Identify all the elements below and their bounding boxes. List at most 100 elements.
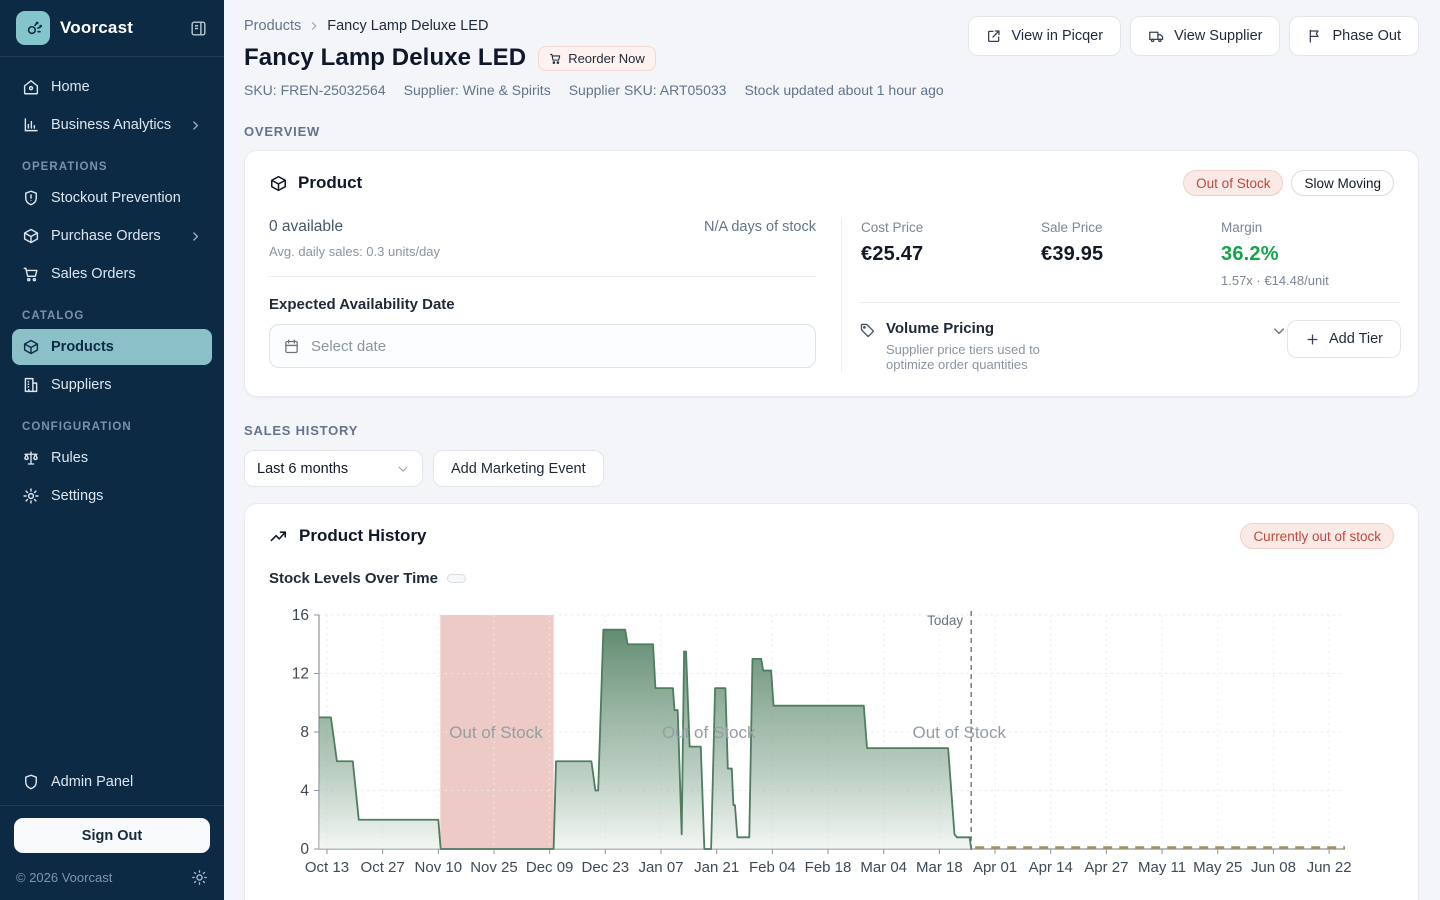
sale-price-stat: Sale Price €39.95 bbox=[1041, 220, 1221, 288]
cost-price-stat: Cost Price €25.47 bbox=[861, 220, 1041, 288]
stock-updated-text: Stock updated about 1 hour ago bbox=[744, 82, 943, 98]
svg-text:Out of Stock: Out of Stock bbox=[449, 723, 543, 742]
days-of-stock: N/A days of stock bbox=[704, 219, 816, 235]
svg-text:0: 0 bbox=[300, 841, 309, 858]
svg-text:Today: Today bbox=[927, 613, 963, 628]
sidebar-item-stockout-prevention[interactable]: Stockout Prevention bbox=[12, 180, 212, 216]
sidebar-item-suppliers[interactable]: Suppliers bbox=[12, 367, 212, 403]
sign-out-section: Sign Out bbox=[0, 805, 224, 853]
chevron-right-icon bbox=[189, 230, 202, 243]
svg-text:Nov 25: Nov 25 bbox=[470, 859, 518, 876]
stock-levels-chart: 0481216Oct 13Oct 27Nov 10Nov 25Dec 09Dec… bbox=[269, 601, 1397, 889]
chevron-down-icon[interactable] bbox=[1271, 323, 1287, 339]
calendar-icon bbox=[283, 338, 300, 355]
brand-name: Voorcast bbox=[60, 18, 133, 38]
sidebar-item-label: Stockout Prevention bbox=[51, 190, 181, 206]
volume-pricing-subtitle: Supplier price tiers used to optimize or… bbox=[886, 342, 1041, 372]
svg-text:Jun 08: Jun 08 bbox=[1251, 859, 1296, 876]
add-tier-label: Add Tier bbox=[1329, 331, 1383, 347]
sidebar-item-rules[interactable]: Rules bbox=[12, 440, 212, 476]
main-content: Products Fancy Lamp Deluxe LED Fancy Lam… bbox=[224, 0, 1440, 900]
available-count: 0 available bbox=[269, 218, 343, 236]
sidebar-item-label: Products bbox=[51, 339, 114, 355]
sidebar-item-label: Settings bbox=[51, 488, 103, 504]
plus-icon bbox=[1305, 332, 1320, 347]
section-label-catalog: CATALOG bbox=[12, 294, 212, 329]
date-input-placeholder: Select date bbox=[311, 338, 386, 355]
svg-text:Feb 04: Feb 04 bbox=[749, 859, 796, 876]
chevron-right-icon bbox=[189, 119, 202, 132]
theme-toggle-sun-icon[interactable] bbox=[191, 869, 208, 886]
product-history-card: Product History Currently out of stock S… bbox=[244, 503, 1419, 900]
add-marketing-event-button[interactable]: Add Marketing Event bbox=[433, 450, 604, 487]
external-link-icon bbox=[986, 28, 1002, 44]
view-supplier-button[interactable]: View Supplier bbox=[1130, 16, 1280, 56]
time-range-value: Last 6 months bbox=[257, 461, 348, 477]
supplier-text: Supplier: Wine & Spirits bbox=[404, 82, 551, 98]
svg-text:12: 12 bbox=[292, 666, 309, 683]
add-tier-button[interactable]: Add Tier bbox=[1287, 320, 1401, 358]
tag-icon bbox=[859, 322, 876, 339]
sales-history-section-label: SALES HISTORY bbox=[244, 423, 1419, 438]
view-in-picqer-button[interactable]: View in Picqer bbox=[968, 16, 1121, 56]
svg-text:Oct 13: Oct 13 bbox=[305, 859, 349, 876]
svg-text:Apr 27: Apr 27 bbox=[1084, 859, 1128, 876]
sidebar-item-label: Purchase Orders bbox=[51, 228, 161, 244]
svg-text:16: 16 bbox=[292, 607, 309, 624]
gear-icon bbox=[22, 487, 40, 505]
cost-price-label: Cost Price bbox=[861, 220, 1041, 235]
svg-text:May 25: May 25 bbox=[1193, 859, 1242, 876]
view-supplier-label: View Supplier bbox=[1174, 28, 1262, 44]
product-history-title: Product History bbox=[299, 526, 427, 546]
add-marketing-event-label: Add Marketing Event bbox=[451, 461, 586, 477]
reorder-now-label: Reorder Now bbox=[568, 51, 645, 66]
sign-out-button[interactable]: Sign Out bbox=[14, 818, 210, 853]
expected-date-input[interactable]: Select date bbox=[269, 324, 816, 368]
view-in-picqer-label: View in Picqer bbox=[1011, 28, 1103, 44]
svg-text:Mar 18: Mar 18 bbox=[916, 859, 963, 876]
package-icon bbox=[22, 227, 40, 245]
sidebar-header: Voorcast bbox=[0, 0, 224, 57]
sidebar-item-label: Suppliers bbox=[51, 377, 111, 393]
svg-text:Dec 09: Dec 09 bbox=[526, 859, 574, 876]
section-label-configuration: CONFIGURATION bbox=[12, 405, 212, 440]
product-card-title: Product bbox=[298, 173, 362, 193]
page-title: Fancy Lamp Deluxe LED bbox=[244, 44, 526, 72]
product-overview-card: Product Out of Stock Slow Moving 0 avail… bbox=[244, 150, 1419, 397]
package-icon bbox=[269, 174, 288, 193]
sidebar-item-admin-panel[interactable]: Admin Panel bbox=[0, 763, 224, 805]
shield-icon bbox=[22, 773, 40, 791]
svg-text:Apr 14: Apr 14 bbox=[1029, 859, 1073, 876]
volume-pricing-title: Volume Pricing bbox=[886, 320, 994, 337]
phase-out-label: Phase Out bbox=[1332, 28, 1401, 44]
package-icon bbox=[22, 338, 40, 356]
voorcast-logo-icon bbox=[16, 11, 50, 45]
trending-up-icon bbox=[269, 527, 288, 546]
sidebar-item-products[interactable]: Products bbox=[12, 329, 212, 365]
reorder-now-badge[interactable]: Reorder Now bbox=[538, 46, 656, 71]
phase-out-button[interactable]: Phase Out bbox=[1289, 16, 1419, 56]
svg-text:Nov 10: Nov 10 bbox=[415, 859, 463, 876]
breadcrumb-products-link[interactable]: Products bbox=[244, 18, 301, 34]
out-of-stock-badge: Out of Stock bbox=[1183, 170, 1283, 196]
currently-out-of-stock-badge: Currently out of stock bbox=[1240, 523, 1394, 549]
time-range-select[interactable]: Last 6 months bbox=[244, 450, 423, 487]
svg-text:Oct 27: Oct 27 bbox=[361, 859, 405, 876]
margin-label: Margin bbox=[1221, 220, 1401, 235]
overview-section-label: OVERVIEW bbox=[244, 124, 1419, 139]
sidebar-item-settings[interactable]: Settings bbox=[12, 478, 212, 514]
svg-text:4: 4 bbox=[300, 783, 309, 800]
home-icon bbox=[22, 78, 40, 96]
admin-panel-label: Admin Panel bbox=[51, 774, 133, 790]
sidebar-item-home[interactable]: Home bbox=[12, 69, 212, 105]
sidebar-item-purchase-orders[interactable]: Purchase Orders bbox=[12, 218, 212, 254]
sidebar-nav: Home Business Analytics OPERATIONS Stock… bbox=[0, 57, 224, 516]
collapse-sidebar-icon[interactable] bbox=[189, 19, 208, 38]
sidebar-item-sales-orders[interactable]: Sales Orders bbox=[12, 256, 212, 292]
chart-title: Stock Levels Over Time bbox=[269, 570, 438, 587]
chart-mini-toggle[interactable] bbox=[447, 574, 466, 583]
svg-text:May 11: May 11 bbox=[1138, 859, 1186, 876]
margin-sub-text: 1.57x · €14.48/unit bbox=[1221, 273, 1401, 288]
slow-moving-badge: Slow Moving bbox=[1291, 170, 1394, 196]
sidebar-item-business-analytics[interactable]: Business Analytics bbox=[12, 107, 212, 143]
